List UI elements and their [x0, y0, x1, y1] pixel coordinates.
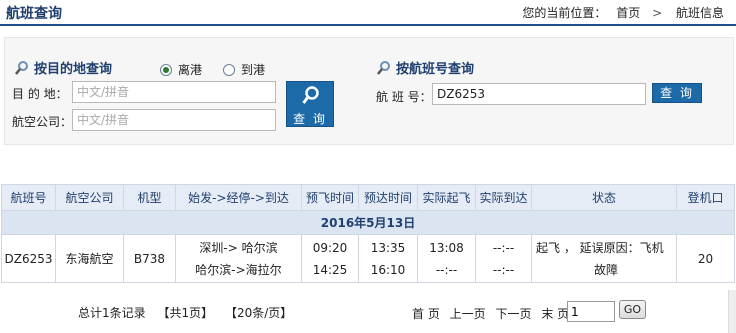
- actual-dep-2: --:--: [435, 262, 458, 277]
- scrollbar[interactable]: [728, 290, 736, 333]
- cell-gate: 20: [676, 234, 735, 283]
- airline-input[interactable]: [72, 109, 276, 131]
- radio-arrive[interactable]: 到港: [223, 61, 265, 78]
- flight-search-title: 按航班号查询: [376, 58, 474, 77]
- cell-aircraft: B738: [123, 234, 176, 283]
- cell-route: 深圳-> 哈尔滨 哈尔滨->海拉尔: [175, 234, 302, 283]
- route-leg-1: 深圳-> 哈尔滨: [199, 240, 278, 255]
- sched-arr-2: 16:10: [370, 262, 406, 277]
- dest-search-title: 按目的地查询: [14, 58, 112, 77]
- col-flight-no: 航班号: [1, 184, 56, 211]
- col-status: 状态: [531, 184, 677, 211]
- page-number-input[interactable]: [567, 301, 615, 322]
- radio-depart-dot[interactable]: [160, 64, 172, 76]
- pager-total: 总计1条记录: [78, 306, 146, 320]
- destination-input[interactable]: [72, 81, 276, 103]
- date-cell: 2016年5月13日: [1, 210, 735, 235]
- pager-nav: 首 页 上一页 下一页 末 页: [412, 305, 575, 322]
- table-header-row: 航班号 航空公司 机型 始发->经停->到达 预飞时间 预达时间 实际起飞 实际…: [1, 184, 735, 211]
- col-gate: 登机口: [676, 184, 735, 211]
- actual-dep-1: 13:08: [429, 240, 464, 255]
- status-line-2: 故障: [593, 262, 618, 277]
- actual-arr-2: --:--: [492, 262, 515, 277]
- breadcrumb-current: 航班信息: [675, 6, 724, 20]
- table-row: DZ6253 东海航空 B738 深圳-> 哈尔滨 哈尔滨->海拉尔 09:20…: [1, 234, 735, 283]
- flight-search-title-text: 按航班号查询: [396, 62, 475, 77]
- cell-status: 起飞 ， 延误原因：飞机 故障: [531, 234, 677, 283]
- cell-sched-dep: 09:20 14:25: [301, 234, 359, 283]
- pager-pages: 【共1页】: [157, 306, 214, 320]
- breadcrumb-home-link[interactable]: 首页: [616, 6, 640, 20]
- col-route: 始发->经停->到达: [175, 184, 302, 211]
- airline-label: 航空公司：: [12, 115, 73, 129]
- radio-arrive-label: 到港: [241, 63, 266, 77]
- flights-table: 航班号 航空公司 机型 始发->经停->到达 预飞时间 预达时间 实际起飞 实际…: [1, 184, 735, 283]
- destination-label: 目 的 地：: [12, 87, 68, 101]
- cell-sched-arr: 13:35 16:10: [358, 234, 418, 283]
- sched-dep-1: 09:20: [312, 240, 348, 255]
- col-actual-dep: 实际起飞: [417, 184, 476, 211]
- date-row: 2016年5月13日: [1, 210, 735, 235]
- sched-dep-2: 14:25: [312, 262, 348, 277]
- col-sched-arr: 预达时间: [358, 184, 418, 211]
- route-leg-2: 哈尔滨->海拉尔: [195, 262, 282, 277]
- col-actual-arr: 实际到达: [475, 184, 532, 211]
- cell-airline: 东海航空: [55, 234, 124, 283]
- cell-flight-no: DZ6253: [1, 234, 56, 283]
- flight-no-input[interactable]: [432, 83, 646, 105]
- breadcrumb: 您的当前位置： 首页 > 航班信息: [516, 4, 724, 21]
- pager-summary: 总计1条记录 【共1页】 【20条/页】: [78, 304, 300, 321]
- radio-arrive-dot[interactable]: [223, 64, 235, 76]
- breadcrumb-separator: >: [652, 6, 663, 20]
- page-title: 航班查询: [6, 6, 62, 22]
- page-header: 航班查询 您的当前位置： 首页 > 航班信息: [0, 0, 736, 26]
- sched-arr-1: 13:35: [370, 240, 406, 255]
- pager-next-link[interactable]: 下一页: [496, 307, 532, 321]
- actual-arr-1: --:--: [492, 240, 515, 255]
- pager-last-link[interactable]: 末 页: [541, 307, 569, 321]
- cell-actual-dep: 13:08 --:--: [417, 234, 476, 283]
- magnifier-icon: [302, 86, 319, 104]
- dest-search-button[interactable]: 查 询: [286, 81, 334, 127]
- dest-search-button-label: 查 询: [293, 112, 327, 126]
- pager-first-link[interactable]: 首 页: [412, 307, 440, 321]
- flight-no-label: 航 班 号：: [376, 90, 432, 104]
- radio-depart-label: 离港: [178, 63, 203, 77]
- col-sched-dep: 预飞时间: [301, 184, 359, 211]
- col-aircraft: 机型: [123, 184, 176, 211]
- pager-prev-link[interactable]: 上一页: [450, 307, 486, 321]
- location-label: 您的当前位置：: [522, 6, 607, 20]
- flight-search-button[interactable]: 查 询: [652, 83, 702, 103]
- cell-actual-arr: --:-- --:--: [475, 234, 532, 283]
- search-icon: [377, 61, 390, 75]
- go-button[interactable]: GO: [619, 300, 646, 319]
- radio-depart[interactable]: 离港: [160, 61, 202, 78]
- status-line-1: 起飞 ， 延误原因：飞机: [536, 240, 664, 255]
- pager-per-page: 【20条/页】: [224, 306, 293, 320]
- dest-search-title-text: 按目的地查询: [34, 62, 113, 77]
- col-airline: 航空公司: [55, 184, 124, 211]
- search-icon: [15, 61, 28, 75]
